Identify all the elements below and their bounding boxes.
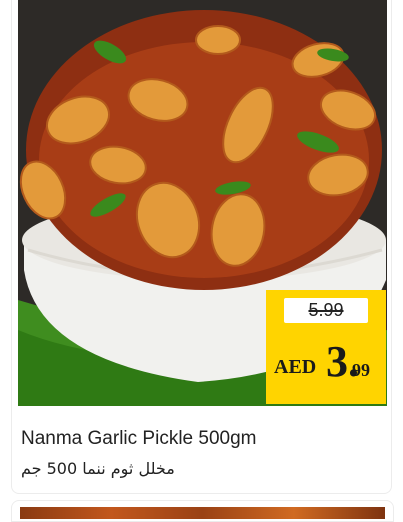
product-title-ar[interactable]: مخلل ثوم ننما 500 جم xyxy=(21,459,175,478)
price-tag: 5.99 AED 3. 99 xyxy=(266,290,386,404)
currency-label: AED xyxy=(274,356,317,378)
old-price: 5.99 xyxy=(266,298,386,323)
next-product-card[interactable] xyxy=(11,500,394,522)
product-card[interactable]: 5.99 AED 3. 99 xyxy=(11,0,392,494)
new-price-decimal: 99 xyxy=(352,360,370,380)
product-title-en[interactable]: Nanma Garlic Pickle 500gm xyxy=(21,428,256,450)
